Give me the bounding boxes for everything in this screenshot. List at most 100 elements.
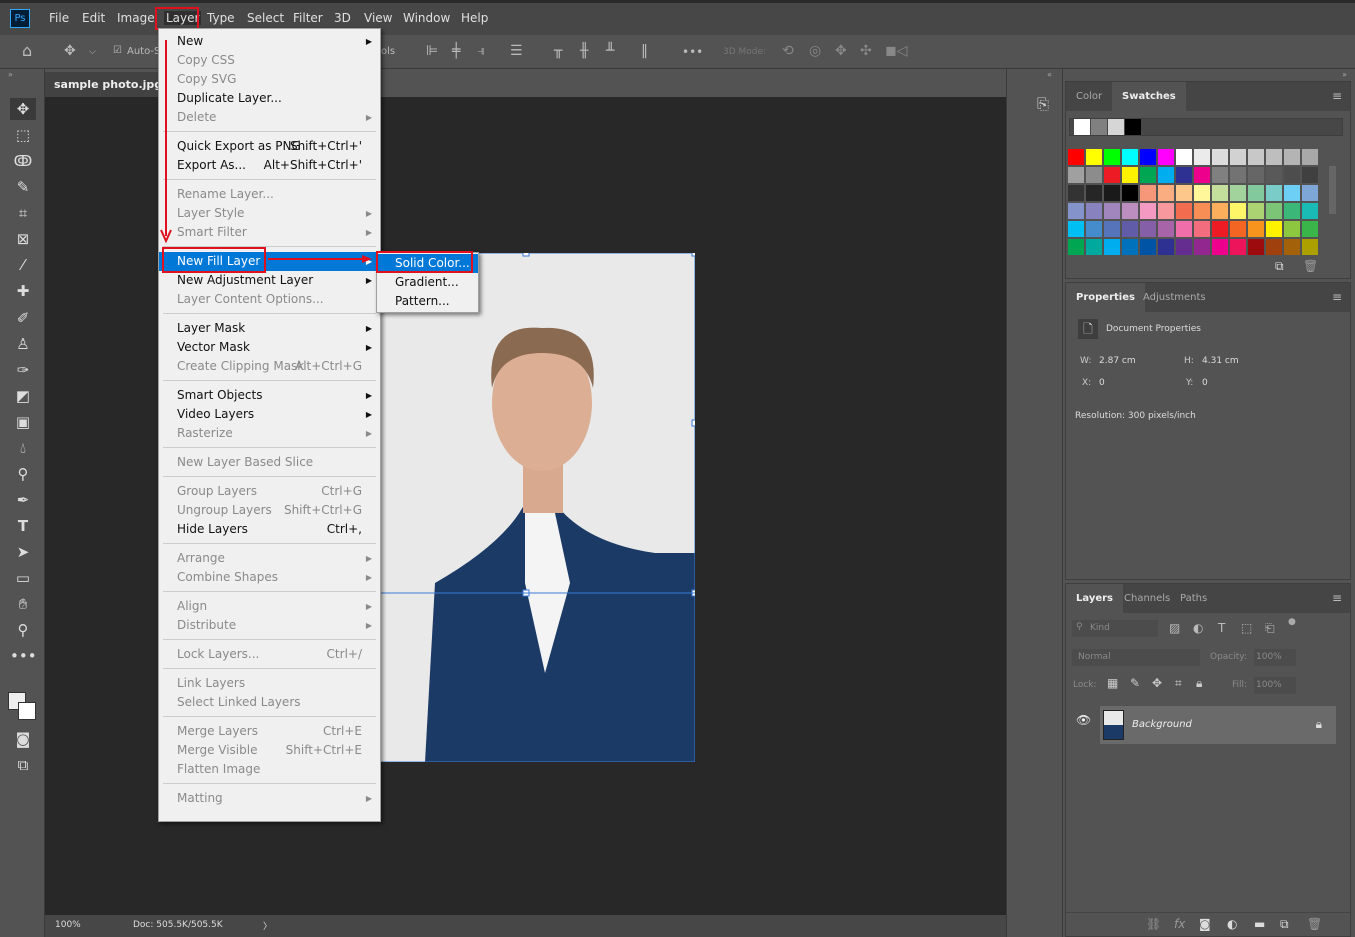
more-tools-icon[interactable]: ••• (10, 645, 37, 667)
swatch[interactable] (1068, 167, 1084, 183)
swatch[interactable] (1230, 239, 1246, 255)
swatch[interactable] (1248, 203, 1264, 219)
swatch[interactable] (1266, 149, 1282, 165)
swatch[interactable] (1230, 221, 1246, 237)
screen-mode-icon[interactable]: ⧉ (10, 754, 36, 776)
menu-edit[interactable]: Edit (82, 11, 105, 25)
swatch[interactable] (1248, 239, 1264, 255)
swatch[interactable] (1266, 203, 1282, 219)
swatch[interactable] (1266, 221, 1282, 237)
expand-icon[interactable]: » (1342, 70, 1347, 79)
zoom-tool-icon[interactable]: ⚲ (10, 619, 36, 641)
more-options-icon[interactable]: ••• (682, 45, 703, 59)
swatch[interactable] (1068, 203, 1084, 219)
swatch[interactable] (1176, 185, 1192, 201)
swatch[interactable] (1176, 149, 1192, 165)
swatch[interactable] (1194, 203, 1210, 219)
swatch[interactable] (1284, 203, 1300, 219)
swatch[interactable] (1194, 239, 1210, 255)
3d-pan-icon[interactable]: ✥ (835, 43, 847, 59)
status-menu-arrow[interactable]: 〉 (263, 919, 272, 932)
filter-type-icon[interactable]: T (1218, 621, 1225, 635)
swatch[interactable] (1212, 185, 1228, 201)
marquee-tool-icon[interactable]: ⬚ (10, 124, 36, 146)
home-icon[interactable]: ⌂ (22, 41, 32, 60)
swatch[interactable] (1068, 239, 1084, 255)
new-swatch-icon[interactable]: ⧉ (1275, 259, 1284, 274)
lock-transparent-icon[interactable]: ▦ (1107, 676, 1118, 690)
swatch[interactable] (1212, 221, 1228, 237)
submenu-item-pattern[interactable]: Pattern... (377, 292, 478, 311)
x-value[interactable]: 0 (1099, 378, 1105, 388)
swatch[interactable] (1266, 167, 1282, 183)
layer-filter-input[interactable]: ⚲ Kind (1072, 620, 1158, 637)
swatch[interactable] (1248, 185, 1264, 201)
new-layer-icon[interactable]: ⧉ (1280, 917, 1289, 932)
healing-brush-icon[interactable]: ✚ (10, 280, 36, 302)
swatch[interactable] (1068, 185, 1084, 201)
swatch[interactable] (1104, 221, 1120, 237)
menu-item-export-as[interactable]: Export As... Alt+Shift+Ctrl+' (159, 156, 380, 175)
history-panel-icon[interactable]: ⎘ (1037, 95, 1049, 113)
align-bottom-icon[interactable]: ╨ (606, 43, 614, 59)
recent-swatch[interactable] (1125, 119, 1141, 135)
swatch[interactable] (1140, 203, 1156, 219)
swatch[interactable] (1266, 239, 1282, 255)
swatch[interactable] (1284, 185, 1300, 201)
swatch[interactable] (1194, 149, 1210, 165)
menu-item-new-adjustment-layer[interactable]: New Adjustment Layer ▶ (159, 271, 380, 290)
swatch[interactable] (1230, 167, 1246, 183)
background-color-swatch[interactable] (18, 702, 36, 720)
height-value[interactable]: 4.31 cm (1202, 356, 1239, 366)
swatch[interactable] (1158, 239, 1174, 255)
adjustment-layer-icon[interactable]: ◐ (1227, 917, 1237, 931)
swatch[interactable] (1212, 167, 1228, 183)
swatch[interactable] (1086, 221, 1102, 237)
menu-view[interactable]: View (364, 11, 392, 25)
menu-type[interactable]: Type (207, 11, 235, 25)
panel-menu-icon[interactable]: ≡ (1332, 89, 1342, 103)
recent-swatch[interactable] (1074, 119, 1090, 135)
swatch[interactable] (1158, 167, 1174, 183)
move-tool-icon[interactable]: ✥ (64, 43, 76, 59)
swatch[interactable] (1176, 203, 1192, 219)
swatch[interactable] (1230, 149, 1246, 165)
swatch[interactable] (1104, 149, 1120, 165)
tab-adjustments[interactable]: Adjustments (1133, 283, 1216, 312)
y-value[interactable]: 0 (1202, 378, 1208, 388)
3d-rotate-icon[interactable]: ⟲ (782, 43, 794, 59)
menu-file[interactable]: File (49, 11, 69, 25)
visibility-eye-icon[interactable]: 👁︎ (1076, 713, 1091, 727)
swatch[interactable] (1194, 167, 1210, 183)
align-right-icon[interactable]: ⫣ (477, 43, 485, 59)
distribute-vertical-icon[interactable]: ‖ (641, 43, 648, 59)
swatch[interactable] (1122, 167, 1138, 183)
swatch[interactable] (1104, 239, 1120, 255)
link-layers-icon[interactable]: ⛓︎ (1146, 917, 1161, 931)
swatch[interactable] (1248, 221, 1264, 237)
swatch[interactable] (1266, 185, 1282, 201)
swatch[interactable] (1122, 203, 1138, 219)
swatch[interactable] (1122, 239, 1138, 255)
menu-item-vector-mask[interactable]: Vector Mask ▶ (159, 338, 380, 357)
quick-select-tool-icon[interactable]: ✎ (10, 176, 36, 198)
fill-input[interactable]: 100% (1254, 677, 1296, 694)
swatch[interactable] (1284, 239, 1300, 255)
align-top-icon[interactable]: ╥ (554, 43, 562, 59)
tab-paths[interactable]: Paths (1170, 584, 1217, 613)
tab-swatches[interactable]: Swatches (1112, 82, 1186, 111)
add-mask-icon[interactable]: ◙ (1199, 917, 1211, 931)
menu-item-video-layers[interactable]: Video Layers ▶ (159, 405, 380, 424)
filter-smart-object-icon[interactable]: ⎗ (1265, 621, 1275, 636)
3d-roll-icon[interactable]: ◎ (809, 43, 821, 59)
3d-camera-icon[interactable]: ◼◁ (885, 43, 907, 59)
filter-toggle-icon[interactable]: ● (1288, 617, 1296, 627)
menu-select[interactable]: Select (247, 11, 284, 25)
history-brush-icon[interactable]: ✑ (10, 359, 36, 381)
swatch[interactable] (1212, 203, 1228, 219)
rectangle-tool-icon[interactable]: ▭ (10, 567, 36, 589)
menu-item-layer-mask[interactable]: Layer Mask ▶ (159, 319, 380, 338)
blend-mode-select[interactable]: Normal (1072, 649, 1200, 666)
auto-select-checkbox[interactable]: ☑ (113, 45, 122, 56)
swatch[interactable] (1248, 149, 1264, 165)
